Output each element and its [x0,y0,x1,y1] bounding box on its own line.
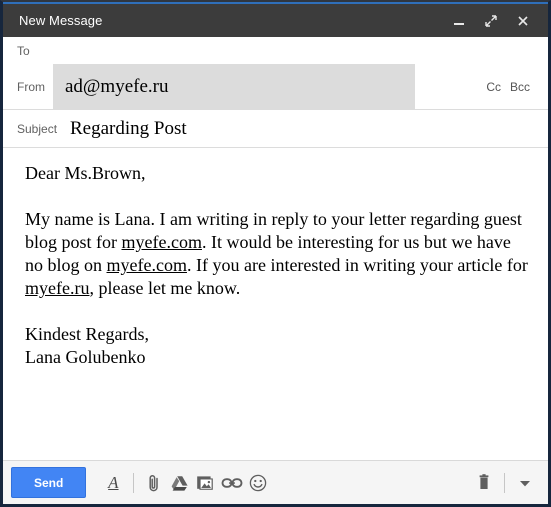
insert-drive-icon[interactable] [167,468,193,498]
body-link-myefe-com-2[interactable]: myefe.com [107,255,187,275]
cc-bcc-group: Cc Bcc [486,64,530,109]
subject-label: Subject [17,121,58,136]
from-row: From ad@myefe.ru Cc Bcc [17,64,548,109]
message-body[interactable]: Dear Ms.Brown, My name is Lana. I am wri… [3,148,548,460]
insert-emoji-icon[interactable] [245,468,271,498]
body-text-part-4: , please let me know. [89,278,241,298]
subject-input[interactable]: Regarding Post [70,118,187,140]
window-controls [450,12,538,30]
minimize-icon[interactable] [450,12,468,30]
compose-window: New Message To From ad@myefe.ru Cc Bcc S… [0,0,551,507]
discard-draft-icon[interactable] [471,468,497,498]
signoff-line-2: Lana Golubenko [25,347,146,367]
more-options-chevron-down-icon[interactable] [512,468,538,498]
attach-file-icon[interactable] [141,468,167,498]
compose-toolbar: Send A [3,460,548,504]
window-title: New Message [19,13,103,28]
fields-divider-2 [3,147,548,148]
body-link-myefe-ru[interactable]: myefe.ru [25,278,89,298]
to-label: To [17,43,30,58]
body-link-myefe-com-1[interactable]: myefe.com [122,232,202,252]
bcc-button[interactable]: Bcc [510,80,530,94]
toolbar-divider-1 [133,472,135,493]
window-titlebar: New Message [3,2,548,37]
formatting-options-icon[interactable]: A [100,468,126,498]
body-greeting: Dear Ms.Brown, [25,163,146,183]
to-row[interactable]: To [17,37,548,64]
insert-photo-icon[interactable] [193,468,219,498]
body-text-part-3: . If you are interested in writing your … [186,255,528,275]
recipient-fields: To From ad@myefe.ru Cc Bcc Subject Regar… [3,37,548,148]
body-paragraph: My name is Lana. I am writing in reply t… [25,208,530,300]
from-label: From [17,79,45,94]
insert-link-icon[interactable] [219,468,245,498]
format-a-glyph: A [108,473,119,492]
close-icon[interactable] [514,12,532,30]
subject-row[interactable]: Subject Regarding Post [17,110,548,147]
send-button[interactable]: Send [11,467,87,498]
body-signoff: Kindest Regards, Lana Golubenko [25,323,530,369]
toolbar-divider-2 [504,472,505,493]
signoff-line-1: Kindest Regards, [25,324,149,344]
from-email-value: ad@myefe.ru [65,75,169,97]
from-input[interactable]: ad@myefe.ru [53,64,415,109]
expand-icon[interactable] [482,12,500,30]
cc-button[interactable]: Cc [486,80,501,94]
